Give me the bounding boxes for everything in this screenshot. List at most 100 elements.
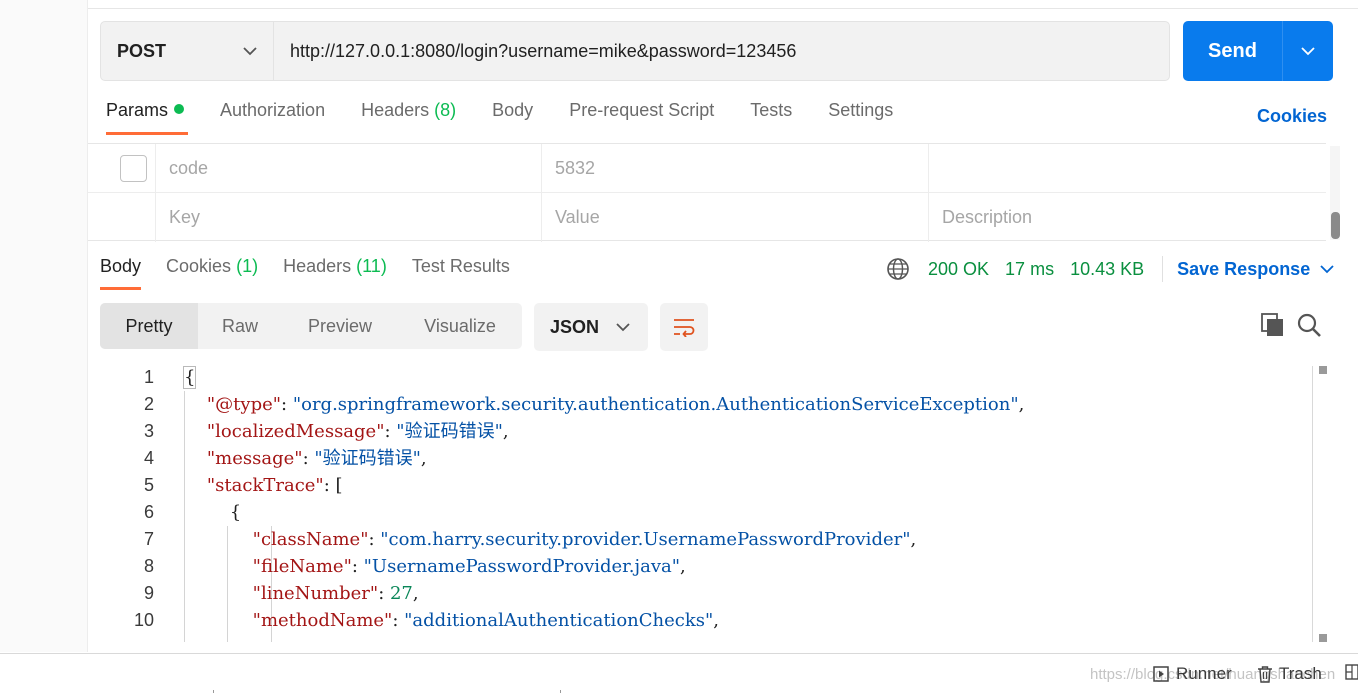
- code-line: "localizedMessage": "验证码错误",: [206, 421, 509, 442]
- response-tab-headers[interactable]: Headers (11): [283, 256, 387, 290]
- json-key: "className": [252, 529, 369, 550]
- request-tabs: Params Authorization Headers (8) Body Pr…: [106, 100, 929, 142]
- tab-pre-request-script[interactable]: Pre-request Script: [569, 100, 714, 135]
- save-response-button[interactable]: Save Response: [1177, 259, 1334, 280]
- chevron-down-icon: [243, 46, 257, 55]
- copy-icon[interactable]: [1260, 312, 1286, 338]
- divider: [1162, 256, 1164, 282]
- json-key: "lineNumber": [252, 583, 379, 604]
- tab-body[interactable]: Body: [492, 100, 533, 135]
- new-param-description-field[interactable]: Description: [929, 193, 1326, 242]
- editor-scrollbar[interactable]: [1312, 366, 1313, 642]
- response-tabs: Body Cookies (1) Headers (11) Test Resul…: [100, 256, 535, 290]
- response-meta: 200 OK 17 ms 10.43 KB Save Response: [886, 256, 1334, 282]
- json-string: "验证码错误": [314, 448, 421, 469]
- two-pane-toggle[interactable]: [1345, 664, 1358, 680]
- cookies-count: (1): [236, 256, 259, 276]
- trash-label: Trash: [1279, 664, 1322, 683]
- tab-label: Tests: [750, 100, 793, 120]
- method-label: POST: [117, 40, 167, 61]
- new-param-key-field[interactable]: Key: [156, 193, 542, 242]
- globe-icon[interactable]: [886, 257, 910, 281]
- view-pretty-button[interactable]: Pretty: [100, 303, 198, 349]
- tab-params[interactable]: Params: [106, 100, 189, 135]
- param-value-field[interactable]: 5832: [542, 144, 929, 192]
- code-line: "fileName": "UsernamePasswordProvider.ja…: [252, 556, 686, 577]
- wrap-lines-icon: [674, 319, 695, 337]
- json-string: "验证码错误": [396, 421, 503, 442]
- chevron-down-icon: [616, 322, 630, 331]
- response-time[interactable]: 17 ms: [1005, 259, 1054, 280]
- json-key: "methodName": [252, 610, 393, 631]
- search-icon[interactable]: [1296, 312, 1322, 338]
- view-raw-button[interactable]: Raw: [198, 303, 282, 349]
- send-label: Send: [1183, 21, 1283, 81]
- line-number: 7: [143, 529, 154, 549]
- params-table: code 5832 Key Value Description: [88, 143, 1326, 242]
- send-button[interactable]: Send: [1183, 21, 1333, 81]
- tab-tests[interactable]: Tests: [750, 100, 792, 135]
- json-key: "fileName": [252, 556, 352, 577]
- json-punct: {: [182, 366, 197, 389]
- tab-strip-edge: [88, 0, 1358, 9]
- line-number: 5: [143, 475, 154, 495]
- format-label: JSON: [550, 316, 600, 337]
- code-line: "stackTrace": [: [184, 472, 1024, 499]
- tab-authorization[interactable]: Authorization: [220, 100, 325, 135]
- headers-count: (11): [356, 256, 387, 276]
- scroll-down-arrow[interactable]: [1319, 634, 1327, 642]
- scroll-up-arrow[interactable]: [1319, 366, 1327, 374]
- line-number: 9: [143, 583, 154, 603]
- status-bar: https://blog.csdn.net/huangshanchen Runn…: [0, 653, 1358, 693]
- code-line: "message": "验证码错误",: [206, 448, 427, 469]
- send-options-button[interactable]: [1283, 21, 1333, 81]
- tab-label: Headers: [361, 100, 430, 120]
- url-input[interactable]: http://127.0.0.1:8080/login?username=mik…: [274, 41, 796, 62]
- response-tab-cookies[interactable]: Cookies (1): [166, 256, 258, 290]
- line-number: 3: [143, 421, 154, 441]
- wrap-lines-button[interactable]: [660, 303, 708, 351]
- new-param-value-field[interactable]: Value: [542, 193, 929, 242]
- cookies-link[interactable]: Cookies: [1257, 106, 1327, 127]
- save-response-label: Save Response: [1177, 258, 1311, 279]
- code-line: "@type": "org.springframework.security.a…: [206, 394, 1025, 415]
- json-string: "additionalAuthenticationChecks": [404, 610, 714, 631]
- json-string: "UsernamePasswordProvider.java": [363, 556, 681, 577]
- line-number-gutter: 1 2 3 4 5 6 7 8 9 10: [88, 364, 176, 634]
- runner-icon: [1153, 666, 1169, 682]
- status-code[interactable]: 200 OK: [928, 259, 989, 280]
- runner-button[interactable]: Runner: [1153, 664, 1232, 684]
- param-enable-checkbox[interactable]: [120, 154, 147, 182]
- table-row: Key Value Description: [88, 193, 1326, 242]
- param-key-field[interactable]: code: [156, 144, 542, 192]
- view-preview-button[interactable]: Preview: [282, 303, 398, 349]
- tab-label: Test Results: [411, 256, 510, 276]
- tab-label: Body: [100, 256, 142, 276]
- tab-label: Cookies: [166, 256, 232, 276]
- json-punct: {: [229, 502, 242, 523]
- response-size[interactable]: 10.43 KB: [1070, 259, 1144, 280]
- view-visualize-button[interactable]: Visualize: [398, 303, 522, 349]
- view-mode-group: Pretty Raw Preview Visualize: [100, 303, 522, 349]
- line-number: 10: [133, 610, 154, 630]
- params-scrollbar-thumb[interactable]: [1331, 212, 1340, 239]
- format-select[interactable]: JSON: [534, 303, 648, 351]
- method-select[interactable]: POST: [101, 22, 274, 80]
- json-key: "message": [206, 448, 303, 469]
- tab-headers[interactable]: Headers (8): [361, 100, 456, 135]
- tab-label: Body: [492, 100, 534, 120]
- tab-settings[interactable]: Settings: [828, 100, 893, 135]
- code-line: "lineNumber": 27,: [252, 583, 419, 604]
- param-enable-cell: [88, 144, 156, 192]
- request-workspace: POST http://127.0.0.1:8080/login?usernam…: [88, 0, 1358, 652]
- response-body-editor[interactable]: 1 2 3 4 5 6 7 8 9 10 { "@type": "org.spr…: [88, 364, 1328, 642]
- request-bar: POST http://127.0.0.1:8080/login?usernam…: [100, 21, 1170, 81]
- param-description-field[interactable]: [929, 144, 1326, 192]
- response-tab-body[interactable]: Body: [100, 256, 142, 290]
- response-tab-test-results[interactable]: Test Results: [412, 256, 510, 290]
- tab-label: Headers: [283, 256, 352, 276]
- params-active-dot: [174, 104, 185, 114]
- trash-icon: [1258, 665, 1272, 683]
- headers-count: (8): [434, 100, 457, 120]
- trash-button[interactable]: Trash: [1257, 664, 1322, 684]
